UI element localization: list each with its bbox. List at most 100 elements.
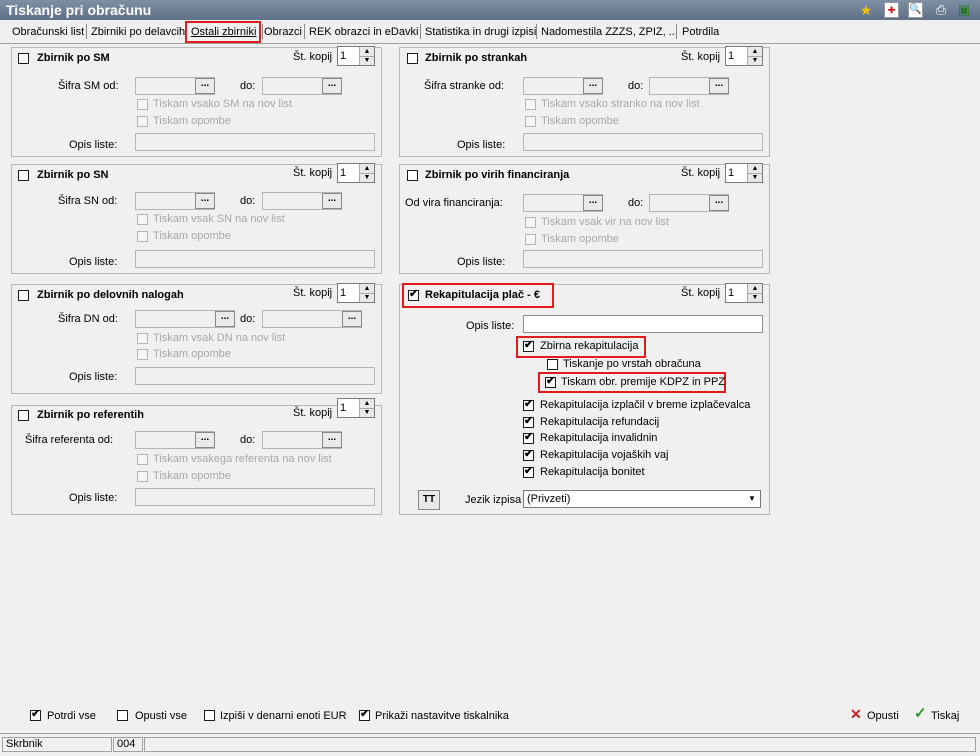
sn-newpage-checkbox[interactable]	[137, 214, 148, 225]
bonitet-label: Rekapitulacija bonitet	[540, 466, 645, 478]
sn-from-lookup-button[interactable]: ...	[195, 193, 215, 209]
str-desc-input[interactable]	[523, 133, 763, 151]
tab-nadomestila[interactable]: Nadomestila ZZZS, ZPIZ, ...	[541, 25, 678, 39]
ref-to-lookup-button[interactable]: ...	[322, 432, 342, 448]
str-newpage-checkbox[interactable]	[525, 99, 536, 110]
dn-newpage-checkbox[interactable]	[137, 333, 148, 344]
rek-desc-input[interactable]	[523, 315, 763, 333]
ref-notes-checkbox[interactable]	[137, 471, 148, 482]
check-icon: ✔	[31, 708, 41, 720]
zbirnik-str-checkbox[interactable]	[407, 53, 418, 64]
vir-from-lookup-button[interactable]: ...	[583, 195, 603, 211]
vir-copies-stepper[interactable]: 1 ▲ ▼	[725, 163, 763, 183]
lang-select[interactable]: (Privzeti) ▼	[523, 490, 761, 508]
str-notes-checkbox[interactable]	[525, 116, 536, 127]
spin-down-icon[interactable]: ▼	[748, 173, 762, 182]
opusti-button[interactable]: Opusti	[867, 710, 899, 723]
nastavitve-checkbox[interactable]: ✔	[359, 708, 370, 721]
tab-statistika[interactable]: Statistika in drugi izpisi	[425, 25, 536, 39]
copies-value: 1	[340, 287, 347, 299]
str-copies-stepper[interactable]: 1 ▲ ▼	[725, 46, 763, 66]
tab-obrazci[interactable]: Obrazci	[264, 25, 302, 39]
tab-bar: Obračunski list Zbirniki po delavcih Ost…	[0, 20, 980, 44]
zbirna-rekapitulacija-checkbox[interactable]: ✔	[523, 339, 534, 352]
izpisi-eur-checkbox[interactable]	[204, 710, 215, 721]
refundacij-checkbox[interactable]: ✔	[523, 415, 534, 428]
sn-notes-checkbox[interactable]	[137, 231, 148, 242]
font-settings-button[interactable]: TT	[418, 490, 440, 510]
dn-copies-stepper[interactable]: 1 ▲ ▼	[337, 283, 375, 303]
bonitet-checkbox[interactable]: ✔	[523, 465, 534, 478]
kdpz-checkbox[interactable]: ✔	[545, 375, 556, 388]
spin-down-icon[interactable]: ▼	[360, 56, 374, 65]
ref-to-label: do:	[240, 434, 256, 446]
zbirnik-sm-checkbox[interactable]	[18, 53, 29, 64]
sn-to-lookup-button[interactable]: ...	[322, 193, 342, 209]
chevron-down-icon[interactable]: ▼	[746, 493, 758, 505]
izplacil-checkbox[interactable]: ✔	[523, 398, 534, 411]
pdf-icon[interactable]: ✚	[884, 2, 899, 18]
spin-down-icon[interactable]: ▼	[360, 408, 374, 417]
vojaskih-checkbox[interactable]: ✔	[523, 448, 534, 461]
vir-newpage-checkbox[interactable]	[525, 217, 536, 228]
zbirnik-ref-checkbox[interactable]	[18, 410, 29, 421]
opusti-vse-checkbox[interactable]	[117, 710, 128, 721]
exit-icon[interactable]: ▣	[956, 2, 972, 18]
spin-down-icon[interactable]: ▼	[748, 293, 762, 302]
status-user: Skrbnik	[2, 737, 112, 752]
copies-label: Št. kopij	[293, 167, 333, 179]
sm-newpage-checkbox[interactable]	[137, 99, 148, 110]
dn-to-lookup-button[interactable]: ...	[342, 311, 362, 327]
check-icon: ✔	[546, 375, 556, 387]
potrdi-vse-label[interactable]: Potrdi vse	[47, 710, 96, 723]
dn-notes-checkbox[interactable]	[137, 349, 148, 360]
print-preview-icon[interactable]: 🔍	[908, 2, 923, 18]
vir-desc-input[interactable]	[523, 250, 763, 268]
spin-down-icon[interactable]: ▼	[360, 293, 374, 302]
sm-desc-input[interactable]	[135, 133, 375, 151]
copies-label: Št. kopij	[681, 167, 721, 179]
vir-notes-label: Tiskam opombe	[541, 233, 619, 245]
str-to-lookup-button[interactable]: ...	[709, 78, 729, 94]
check-icon: ✔	[524, 398, 534, 410]
ref-copies-stepper[interactable]: 1 ▲ ▼	[337, 398, 375, 418]
vir-to-lookup-button[interactable]: ...	[709, 195, 729, 211]
invalidnin-checkbox[interactable]: ✔	[523, 431, 534, 444]
copies-label: Št. kopij	[293, 51, 333, 63]
po-vrstah-checkbox[interactable]	[547, 359, 558, 370]
ref-from-lookup-button[interactable]: ...	[195, 432, 215, 448]
dn-from-lookup-button[interactable]: ...	[215, 311, 235, 327]
sm-notes-checkbox[interactable]	[137, 116, 148, 127]
ref-newpage-checkbox[interactable]	[137, 454, 148, 465]
zbirnik-sn-checkbox[interactable]	[18, 170, 29, 181]
tab-zbirniki-po-delavcih[interactable]: Zbirniki po delavcih	[91, 25, 185, 39]
tab-potrdila[interactable]: Potrdila	[682, 25, 719, 39]
printer-icon[interactable]: ⎙	[933, 2, 949, 18]
ref-desc-input[interactable]	[135, 488, 375, 506]
opusti-vse-label[interactable]: Opusti vse	[135, 710, 187, 723]
potrdi-vse-checkbox[interactable]: ✔	[30, 708, 41, 721]
copies-label: Št. kopij	[293, 287, 333, 299]
rekapitulacija-checkbox[interactable]: ✔	[408, 288, 419, 301]
sn-desc-input[interactable]	[135, 250, 375, 268]
zbirnik-dn-checkbox[interactable]	[18, 290, 29, 301]
tiskaj-button[interactable]: Tiskaj	[931, 710, 959, 723]
copies-value: 1	[728, 50, 735, 62]
tab-obracunski-list[interactable]: Obračunski list	[12, 25, 84, 39]
check-icon: ✔	[524, 465, 534, 477]
sm-to-lookup-button[interactable]: ...	[322, 78, 342, 94]
zbirnik-vir-checkbox[interactable]	[407, 170, 418, 181]
izpisi-eur-label: Izpiši v denarni enoti EUR	[220, 710, 347, 722]
tab-rek-obrazci[interactable]: REK obrazci in eDavki	[309, 25, 418, 39]
spin-down-icon[interactable]: ▼	[748, 56, 762, 65]
vir-to-label: do:	[628, 197, 644, 209]
spin-down-icon[interactable]: ▼	[360, 173, 374, 182]
rek-copies-stepper[interactable]: 1 ▲ ▼	[725, 283, 763, 303]
vir-notes-checkbox[interactable]	[525, 234, 536, 245]
sm-from-lookup-button[interactable]: ...	[195, 78, 215, 94]
dn-desc-input[interactable]	[135, 367, 375, 385]
star-icon[interactable]: ★	[858, 2, 874, 18]
str-from-lookup-button[interactable]: ...	[583, 78, 603, 94]
sn-copies-stepper[interactable]: 1 ▲ ▼	[337, 163, 375, 183]
sm-copies-stepper[interactable]: 1 ▲ ▼	[337, 46, 375, 66]
